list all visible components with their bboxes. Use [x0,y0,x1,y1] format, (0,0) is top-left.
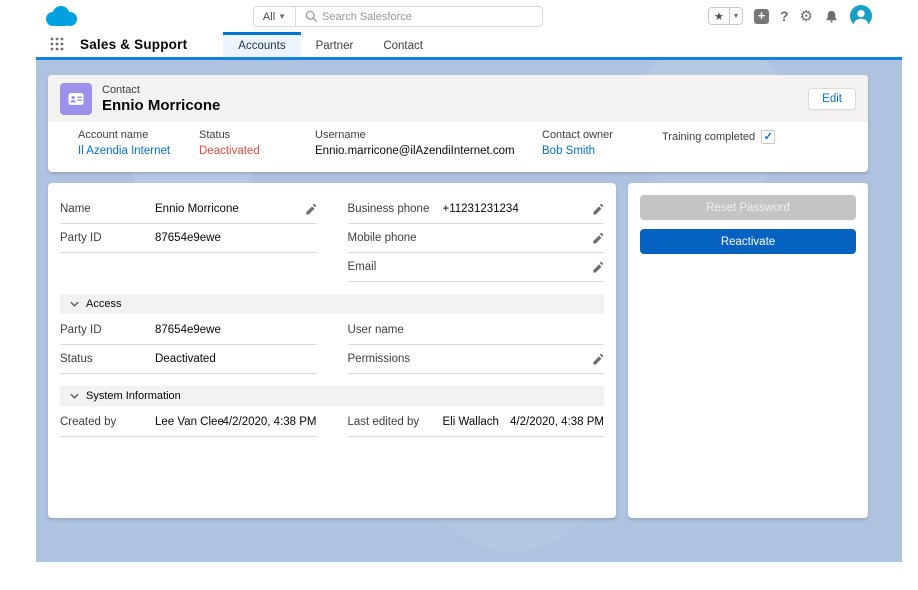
notifications-bell-icon[interactable] [824,9,839,24]
highlight-field-training-completed: Training completed [662,129,775,157]
record-details-panel: Name Ennio Morricone Party ID 87654e9ewe… [48,183,616,518]
record-page-background: Contact Ennio Morricone Edit Account nam… [36,57,902,562]
field-row-access-status: Status Deactivated [60,345,317,374]
section-system-information[interactable]: System Information [60,386,604,406]
field-row-created-by: Created by Lee Van Cleef 4/2/2020, 4:38 … [60,408,317,437]
tab-partner[interactable]: Partner [301,32,369,57]
account-name-link[interactable]: Il Azendia Internet [78,145,199,157]
field-row-business-phone: Business phone +11231231234 [348,195,605,224]
page-bottom-margin [0,562,918,590]
section-access[interactable]: Access [60,294,604,314]
search-input[interactable] [322,11,542,23]
highlight-field-contact-owner: Contact owner Bob Smith [542,129,662,157]
field-row-last-edited-by: Last edited by Eli Wallach 4/2/2020, 4:3… [348,408,605,437]
record-name: Ennio Morricone [102,97,220,114]
created-by-user-link[interactable]: Lee Van Cleef [155,416,223,428]
salesforce-logo [44,5,78,33]
header-utility-icons: ★ ▼ + ? ⚙ [708,5,872,27]
reset-password-button[interactable]: Reset Password [640,195,856,220]
created-date: 4/2/2020, 4:38 PM [223,416,317,428]
tab-contact[interactable]: Contact [368,32,438,57]
nav-tabs: Accounts Partner Contact [223,32,438,57]
username-value: Ennio.marricone@ilAzendiInternet.com [315,145,542,157]
favorites-dropdown-icon[interactable]: ▼ [729,8,742,24]
status-value: Deactivated [199,145,315,157]
app-name: Sales & Support [80,37,187,57]
edit-pencil-icon[interactable] [592,232,604,244]
field-row-user-name: User name [348,316,605,345]
favorite-star-icon[interactable]: ★ [709,8,729,24]
app-launcher-icon[interactable] [50,37,64,57]
field-row-mobile-phone: Mobile phone [348,224,605,253]
search-scope-label: All [263,11,275,23]
edit-pencil-icon[interactable] [592,353,604,365]
last-edited-date: 4/2/2020, 4:38 PM [510,416,604,428]
search-scope-select[interactable]: All ▼ [254,7,296,26]
highlight-field-status: Status Deactivated [199,129,315,157]
field-row-email: Email [348,253,605,282]
training-completed-checkbox[interactable] [761,130,775,144]
highlights-fields: Account name Il Azendia Internet Status … [48,122,868,157]
contact-owner-link[interactable]: Bob Smith [542,145,662,157]
highlight-field-account-name: Account name Il Azendia Internet [78,129,199,157]
global-actions-icon[interactable]: + [754,9,769,24]
highlights-header: Contact Ennio Morricone Edit [48,75,868,122]
chevron-down-icon [70,301,79,307]
highlight-field-username: Username Ennio.marricone@ilAzendiInterne… [315,129,542,157]
user-avatar[interactable] [850,5,872,27]
field-row-party-id: Party ID 87654e9ewe [60,224,317,253]
help-icon[interactable]: ? [780,8,789,24]
field-row-name: Name Ennio Morricone [60,195,317,224]
chevron-down-icon [70,393,79,399]
edit-pencil-icon[interactable] [592,203,604,215]
chevron-down-icon: ▼ [278,12,286,21]
edit-pencil-icon[interactable] [592,261,604,273]
global-search: All ▼ [253,6,543,27]
field-row-access-party-id: Party ID 87654e9ewe [60,316,317,345]
field-row-permissions: Permissions [348,345,605,374]
edit-button[interactable]: Edit [808,88,856,110]
entity-type-label: Contact [102,84,220,96]
search-icon [296,10,322,23]
setup-gear-icon[interactable]: ⚙ [800,9,813,24]
app-navigation-bar: Sales & Support Accounts Partner Contact [0,32,918,57]
favorites-control: ★ ▼ [708,7,743,25]
contact-entity-icon [60,83,92,115]
edit-pencil-icon[interactable] [305,203,317,215]
record-actions-panel: Reset Password Reactivate [628,183,868,518]
reactivate-button[interactable]: Reactivate [640,229,856,254]
global-header: All ▼ ★ ▼ + ? ⚙ [0,0,918,32]
record-highlights-panel: Contact Ennio Morricone Edit Account nam… [48,75,868,172]
record-title-block: Contact Ennio Morricone [102,84,220,114]
section-system-title: System Information [86,390,181,402]
tab-accounts[interactable]: Accounts [223,32,300,57]
last-edited-user-link[interactable]: Eli Wallach [443,416,511,428]
section-access-title: Access [86,298,121,310]
